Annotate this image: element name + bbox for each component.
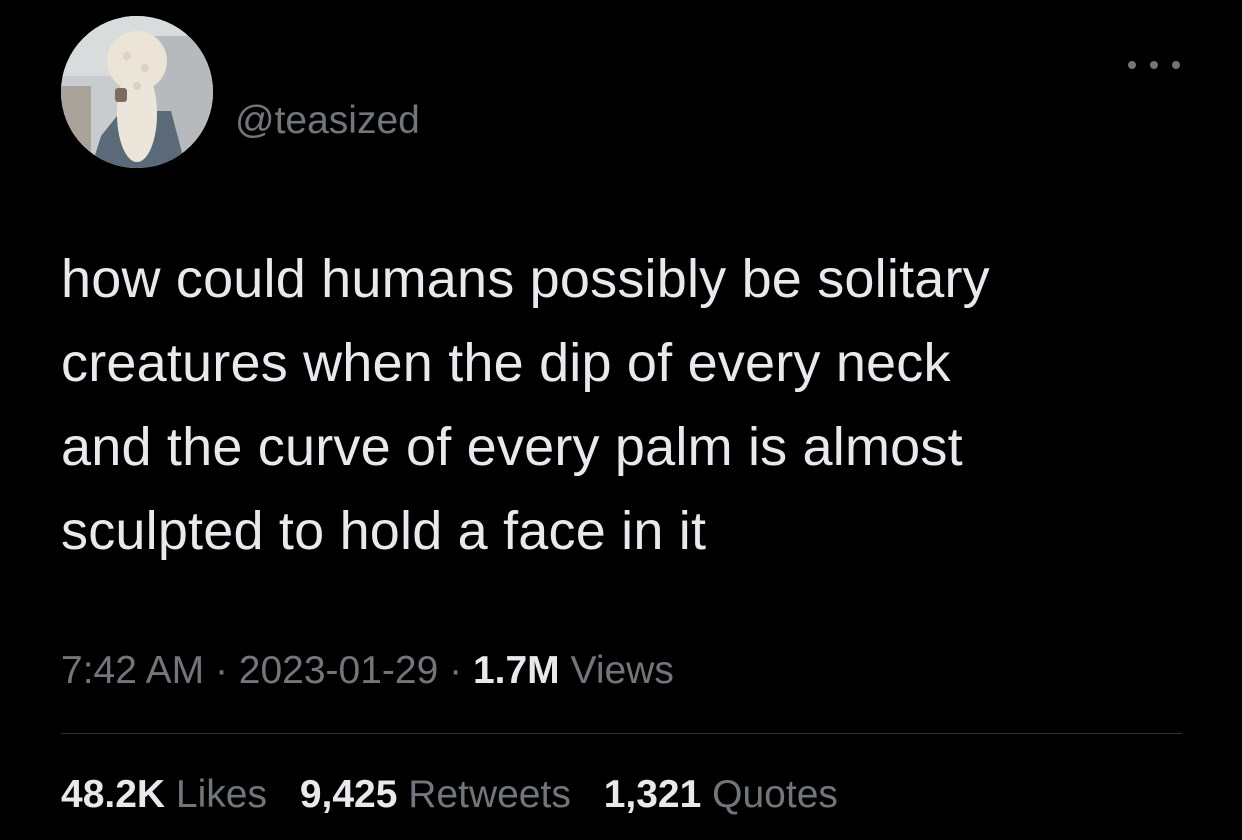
likes-label: Likes — [175, 773, 267, 816]
tweet-date[interactable]: 2023-01-29 — [239, 649, 439, 692]
avatar-image — [61, 16, 213, 168]
more-dot — [1128, 61, 1136, 69]
tweet-text-line: how could humans possibly be solitary — [61, 249, 990, 309]
more-options-icon[interactable] — [1128, 50, 1180, 80]
views-label: Views — [570, 649, 674, 692]
tweet-meta: 7:42 AM · 2023-01-29 · 1.7M Views — [61, 646, 674, 696]
tweet-text: how could humans possibly be solitary cr… — [61, 237, 1211, 573]
avatar[interactable] — [61, 16, 213, 168]
views-count: 1.7M — [472, 649, 560, 692]
engagement-stats: 48.2K Likes 9,425 Retweets 1,321 Quotes — [61, 770, 860, 820]
retweets-stat[interactable]: 9,425 Retweets — [300, 770, 571, 820]
likes-stat[interactable]: 48.2K Likes — [61, 770, 267, 820]
tweet-card: @teasized how could humans possibly be s… — [0, 0, 1242, 840]
tweet-time[interactable]: 7:42 AM — [61, 649, 204, 692]
retweets-count: 9,425 — [299, 773, 398, 816]
quotes-label: Quotes — [712, 773, 838, 816]
tweet-text-line: and the curve of every palm is almost — [61, 417, 963, 477]
tweet-text-line: creatures when the dip of every neck — [61, 333, 951, 393]
user-handle[interactable]: @teasized — [235, 98, 420, 144]
meta-separator: · — [214, 649, 228, 692]
meta-separator: · — [449, 649, 463, 692]
quotes-count: 1,321 — [603, 773, 702, 816]
retweets-label: Retweets — [408, 773, 571, 816]
more-dot — [1150, 61, 1158, 69]
tweet-text-line: sculpted to hold a face in it — [61, 501, 707, 561]
more-dot — [1172, 61, 1180, 69]
quotes-stat[interactable]: 1,321 Quotes — [604, 770, 838, 820]
likes-count: 48.2K — [61, 773, 166, 816]
divider — [61, 733, 1182, 734]
